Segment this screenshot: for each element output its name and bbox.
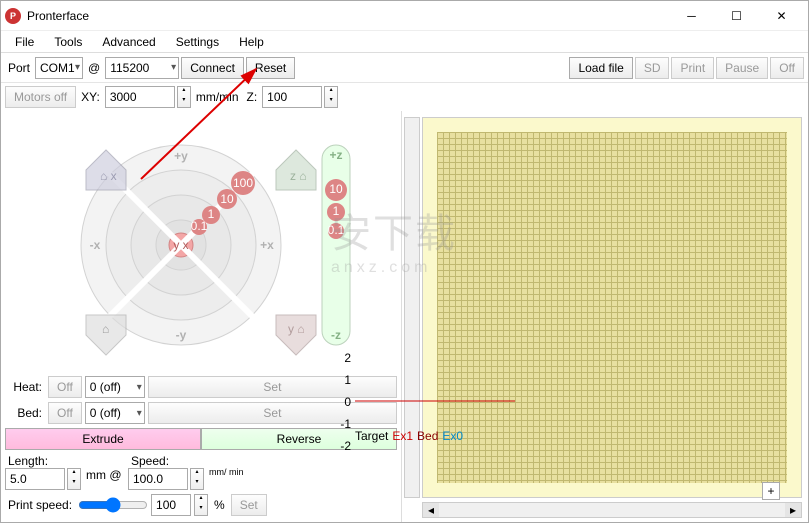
svg-text:0.1: 0.1 [328,223,345,237]
at-label: @ [85,61,103,75]
length-unit: mm @ [83,468,125,490]
svg-text:1: 1 [208,207,215,221]
bed-label: Bed: [5,406,45,420]
length-label: Length: [5,454,125,468]
window-title: Pronterface [27,9,669,23]
sd-button[interactable]: SD [635,57,670,79]
speed-spin[interactable]: ▴▾ [190,468,204,490]
heat-temp-select[interactable]: 0 (off) [85,376,145,398]
print-speed-unit: % [211,498,228,512]
z-jog-control: +z -z 10 1 0.1 [322,145,350,345]
heat-off-button[interactable]: Off [48,376,82,398]
ytick: 2 [344,351,351,365]
z-speed-input[interactable]: 100 [262,86,322,108]
svg-text:10: 10 [220,192,234,206]
connect-button[interactable]: Connect [181,57,244,79]
close-button[interactable]: ✕ [759,2,804,30]
z-spin[interactable]: ▴▾ [324,86,338,108]
svg-text:+x: +x [260,238,274,252]
viewer-scrollbar-x[interactable]: ◂▸ [422,502,802,518]
add-button[interactable]: + [762,482,780,500]
length-spin[interactable]: ▴▾ [67,468,81,490]
minimize-button[interactable]: ─ [669,2,714,30]
reset-button[interactable]: Reset [246,57,295,79]
legend-target: Target [355,429,388,443]
extrude-button[interactable]: Extrude [5,428,201,450]
app-icon: P [5,8,21,24]
heat-label: Heat: [5,380,45,394]
svg-text:1: 1 [333,204,340,218]
speed-unit: mm/ min [206,468,247,490]
ytick: -1 [340,417,351,431]
temperature-chart: 2 1 0 -1 -2 Target Ex1 Bed Ex0 [335,351,515,481]
baud-select[interactable]: 115200 [105,57,179,79]
bed-temp-select[interactable]: 0 (off) [85,402,145,424]
menu-file[interactable]: File [7,33,42,51]
title-bar: P Pronterface ─ ☐ ✕ [1,1,808,31]
ytick: 1 [344,373,351,387]
xy-jog-control[interactable]: 0.1 1 10 100 +y -y +x -x y x [5,115,397,374]
port-select[interactable]: COM1 [35,57,83,79]
legend-ex0: Ex0 [442,429,463,443]
print-button[interactable]: Print [671,57,714,79]
xy-spin[interactable]: ▴▾ [177,86,191,108]
menu-bar: File Tools Advanced Settings Help [1,31,808,53]
speed-row: Motors off XY: 3000 ▴▾ mm/min Z: 100 ▴▾ [1,83,808,111]
svg-text:100: 100 [233,176,253,190]
menu-help[interactable]: Help [231,33,272,51]
home-y-button: y ⌂ [276,315,316,355]
menu-settings[interactable]: Settings [168,33,227,51]
toolbar: Port COM1 @ 115200 Connect Reset Load fi… [1,53,808,83]
svg-text:-x: -x [90,238,101,252]
print-speed-slider[interactable] [78,497,148,513]
svg-text:y x: y x [173,238,188,252]
svg-text:+z: +z [329,148,342,162]
svg-text:y ⌂: y ⌂ [288,322,305,336]
svg-text:⌂ x: ⌂ x [100,169,117,183]
print-speed-set-button[interactable]: Set [231,494,267,516]
print-speed-spin[interactable]: ▴▾ [194,494,208,516]
menu-advanced[interactable]: Advanced [94,33,163,51]
pause-button[interactable]: Pause [716,57,768,79]
bed-off-button[interactable]: Off [48,402,82,424]
svg-text:⌂: ⌂ [102,322,109,336]
ytick: 0 [344,395,351,409]
length-input[interactable]: 5.0 [5,468,65,490]
speed-input[interactable]: 100.0 [128,468,188,490]
legend-bed: Bed [417,429,438,443]
xy-label: XY: [78,90,103,104]
svg-text:-y: -y [176,328,187,342]
svg-text:10: 10 [329,182,343,196]
svg-text:-z: -z [331,328,341,342]
off-button[interactable]: Off [770,57,804,79]
motors-off-button[interactable]: Motors off [5,86,76,108]
z-label: Z: [244,90,261,104]
home-all-button: ⌂ [86,315,126,355]
mm-min-label: mm/min [193,90,242,104]
svg-text:+y: +y [174,149,188,163]
load-file-button[interactable]: Load file [569,57,632,79]
maximize-button[interactable]: ☐ [714,2,759,30]
print-speed-label: Print speed: [5,498,75,512]
xy-speed-input[interactable]: 3000 [105,86,175,108]
svg-text:z ⌂: z ⌂ [290,169,307,183]
ytick: -2 [340,439,351,453]
menu-tools[interactable]: Tools [46,33,90,51]
home-z-button: z ⌂ [276,150,316,190]
port-label: Port [5,61,33,75]
legend-ex1: Ex1 [392,429,413,443]
print-speed-input[interactable]: 100 [151,494,191,516]
